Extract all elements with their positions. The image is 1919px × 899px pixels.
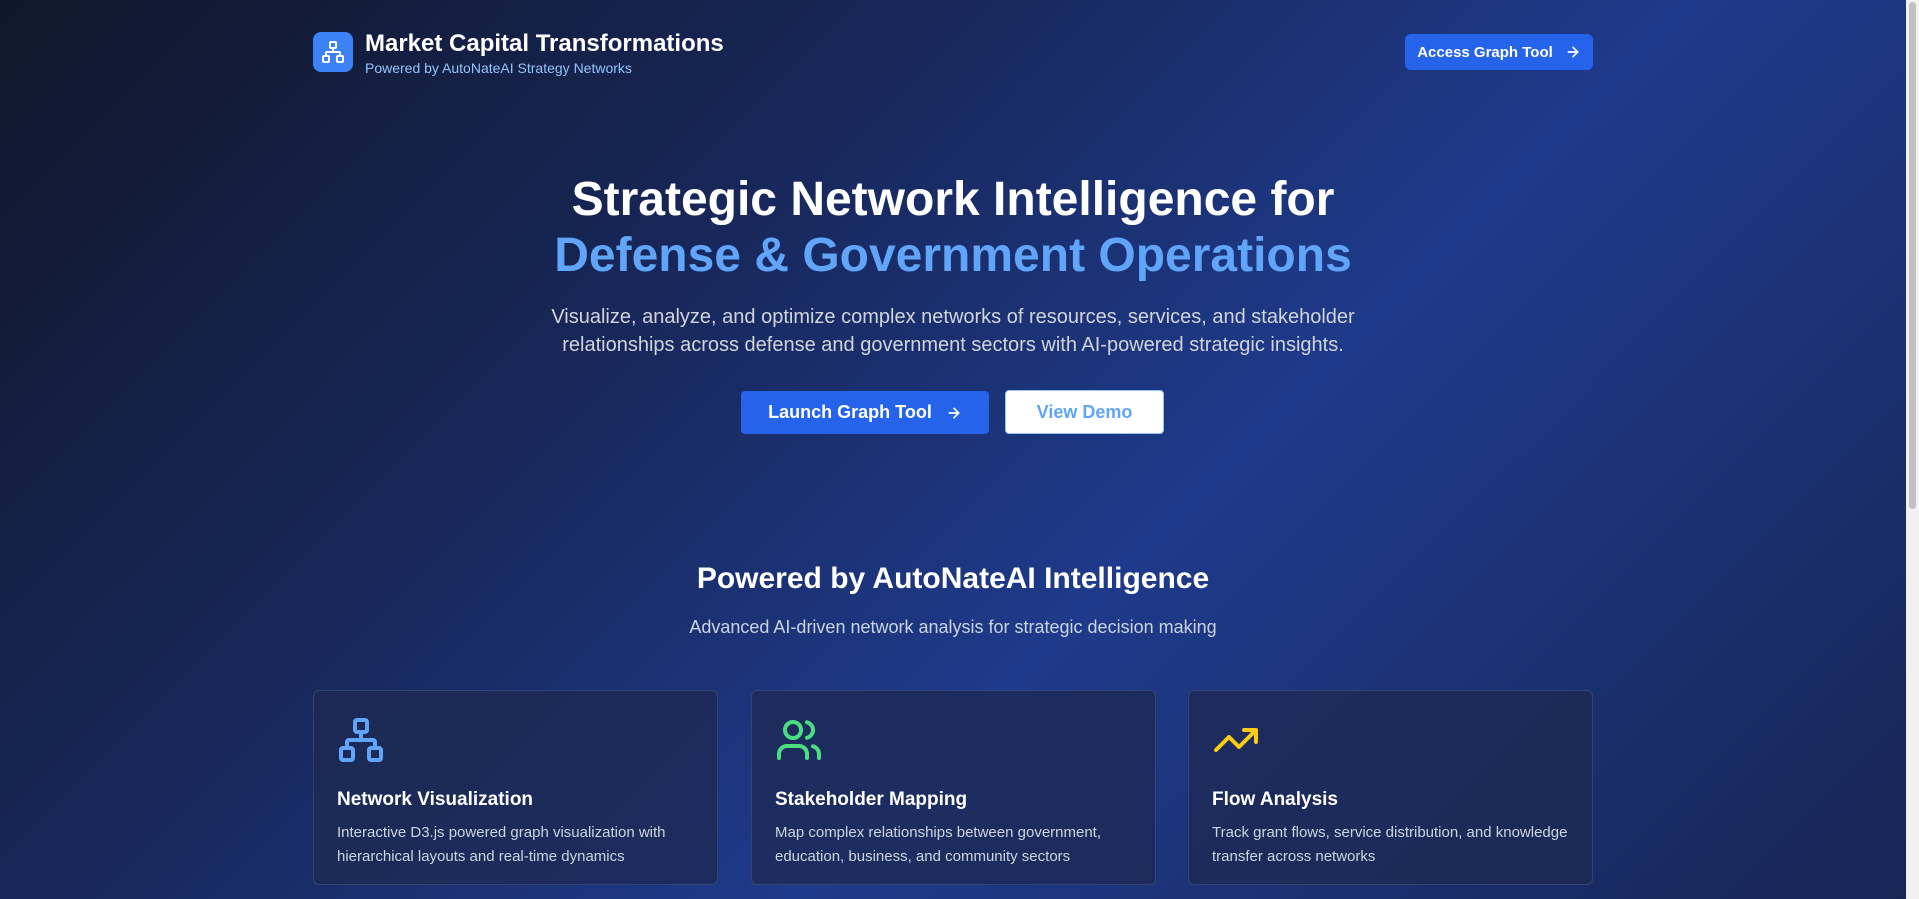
trending-up-icon bbox=[1214, 728, 1258, 752]
card-description: Map complex relationships between govern… bbox=[775, 824, 1102, 865]
feature-card-flow-analysis: Flow Analysis Track grant flows, service… bbox=[1188, 690, 1593, 885]
card-title: Stakeholder Mapping bbox=[775, 789, 968, 810]
hero-description-line1: Visualize, analyze, and optimize complex… bbox=[551, 306, 1355, 328]
brand-subtitle: Powered by AutoNateAI Strategy Networks bbox=[365, 60, 632, 76]
logo[interactable] bbox=[313, 32, 353, 72]
card-title: Network Visualization bbox=[337, 789, 534, 810]
scrollbar-thumb[interactable] bbox=[1909, 2, 1916, 509]
brand-title: Market Capital Transformations bbox=[365, 30, 724, 57]
hero-description-line2: relationships across defense and governm… bbox=[562, 334, 1344, 356]
hero-title-line1: Strategic Network Intelligence for bbox=[571, 173, 1335, 226]
view-demo-button[interactable]: View Demo bbox=[1005, 390, 1164, 434]
users-icon bbox=[777, 720, 821, 760]
launch-graph-tool-button[interactable]: Launch Graph Tool bbox=[741, 391, 989, 434]
page-scrollbar[interactable] bbox=[1906, 0, 1919, 899]
card-title: Flow Analysis bbox=[1212, 789, 1338, 810]
hero-title-line2: Defense & Government Operations bbox=[554, 229, 1352, 282]
arrow-right-icon bbox=[948, 407, 960, 418]
demo-button-label: View Demo bbox=[1036, 401, 1133, 422]
network-icon bbox=[339, 718, 383, 762]
hero-title: Strategic Network Intelligence for Defen… bbox=[0, 172, 1906, 284]
access-graph-tool-button[interactable]: Access Graph Tool bbox=[1405, 34, 1593, 70]
features-subtitle: Advanced AI-driven network analysis for … bbox=[689, 617, 1217, 637]
card-description: Track grant flows, service distribution,… bbox=[1212, 824, 1568, 865]
features-title: Powered by AutoNateAI Intelligence bbox=[696, 562, 1210, 595]
network-icon bbox=[322, 41, 344, 63]
launch-button-label: Launch Graph Tool bbox=[768, 402, 932, 422]
header: Market Capital Transformations Powered b… bbox=[313, 30, 1593, 80]
card-description: Interactive D3.js powered graph visualiz… bbox=[337, 824, 666, 865]
access-button-label: Access Graph Tool bbox=[1417, 43, 1553, 61]
arrow-right-icon bbox=[1567, 46, 1579, 58]
feature-card-stakeholder-mapping: Stakeholder Mapping Map complex relation… bbox=[751, 690, 1156, 885]
landing-page: Market Capital Transformations Powered b… bbox=[0, 0, 1906, 899]
feature-card-network-visualization: Network Visualization Interactive D3.js … bbox=[313, 690, 718, 885]
hero-description: Visualize, analyze, and optimize complex… bbox=[0, 303, 1906, 359]
